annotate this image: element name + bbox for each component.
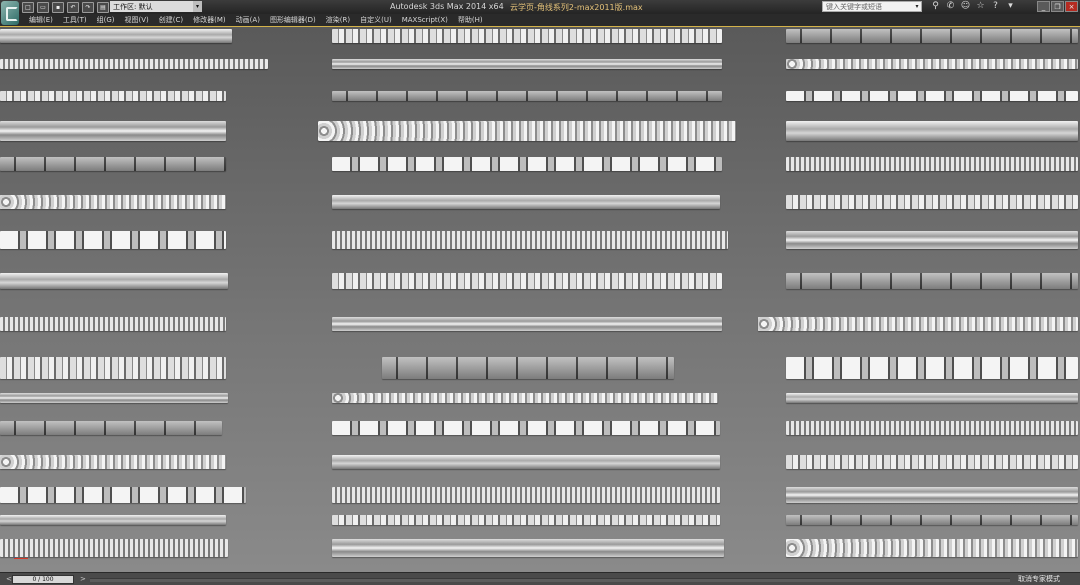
moulding-profile[interactable] bbox=[0, 421, 222, 435]
moulding-profile[interactable] bbox=[786, 231, 1078, 249]
moulding-profile[interactable] bbox=[332, 157, 722, 171]
moulding-profile[interactable] bbox=[786, 121, 1078, 141]
menu-bar: 编辑(E) 工具(T) 组(G) 视图(V) 创建(C) 修改器(M) 动画(A) 图形编辑器… bbox=[0, 14, 1080, 26]
undo-icon[interactable]: ↶ bbox=[67, 2, 79, 13]
moulding-profile[interactable] bbox=[786, 357, 1078, 379]
save-icon[interactable]: ▪ bbox=[52, 2, 64, 13]
chevron-down-icon: ▾ bbox=[915, 3, 919, 10]
moulding-profile[interactable] bbox=[0, 195, 226, 209]
moulding-profile[interactable] bbox=[786, 157, 1078, 171]
moulding-profile[interactable] bbox=[786, 195, 1078, 209]
moulding-profile[interactable] bbox=[0, 487, 246, 503]
quick-access-toolbar: □ ▭ ▪ ↶ ↷ ▤ bbox=[22, 2, 109, 13]
restore-icon[interactable]: ❐ bbox=[1051, 1, 1064, 12]
moulding-profile[interactable] bbox=[382, 357, 674, 379]
moulding-profile[interactable] bbox=[0, 515, 226, 525]
menu-item[interactable]: 工具(T) bbox=[58, 14, 92, 26]
moulding-profile[interactable] bbox=[0, 539, 228, 557]
moulding-profile[interactable] bbox=[332, 317, 722, 331]
moulding-profile[interactable] bbox=[0, 455, 226, 469]
moulding-profile[interactable] bbox=[332, 91, 722, 101]
moulding-profile[interactable] bbox=[332, 29, 722, 43]
moulding-profile[interactable] bbox=[332, 421, 720, 435]
expert-mode-cancel[interactable]: 取消专家模式 bbox=[1018, 574, 1060, 585]
timeline-track[interactable] bbox=[90, 578, 1010, 582]
moulding-profile[interactable] bbox=[332, 455, 720, 469]
open-file-icon[interactable]: ▭ bbox=[37, 2, 49, 13]
moulding-profile[interactable] bbox=[0, 273, 228, 289]
workspace-dropdown[interactable]: 工作区: 默认 ▾ bbox=[110, 1, 202, 12]
help-icon[interactable]: ? bbox=[990, 1, 1001, 12]
menu-item[interactable]: 帮助(H) bbox=[453, 14, 488, 26]
close-icon[interactable]: × bbox=[1065, 1, 1078, 12]
project-folder-icon[interactable]: ▤ bbox=[97, 2, 109, 13]
menu-item[interactable]: 编辑(E) bbox=[24, 14, 58, 26]
favorites-star-icon[interactable]: ☆ bbox=[975, 1, 986, 12]
axis-x-icon bbox=[14, 558, 28, 559]
status-bar: < 0 / 100 > 取消专家模式 bbox=[0, 572, 1080, 585]
moulding-profile[interactable] bbox=[0, 231, 226, 249]
moulding-profile[interactable] bbox=[786, 539, 1078, 557]
moulding-profile[interactable] bbox=[786, 29, 1078, 43]
menu-item[interactable]: 图形编辑器(D) bbox=[265, 14, 321, 26]
moulding-profile[interactable] bbox=[786, 515, 1078, 525]
moulding-profile[interactable] bbox=[332, 59, 722, 69]
chevron-down-icon: ▾ bbox=[193, 1, 202, 12]
chevron-down-icon[interactable]: ▾ bbox=[1005, 1, 1016, 12]
app-title: Autodesk 3ds Max 2014 x64 bbox=[390, 2, 504, 11]
moulding-profile[interactable] bbox=[0, 317, 226, 331]
moulding-profile[interactable] bbox=[332, 273, 722, 289]
title-bar: □ ▭ ▪ ↶ ↷ ▤ 工作区: 默认 ▾ Autodesk 3ds Max 2… bbox=[0, 0, 1080, 14]
binoculars-icon[interactable]: ⚲ bbox=[930, 1, 941, 12]
moulding-profile[interactable] bbox=[0, 59, 268, 69]
time-slider[interactable]: 0 / 100 bbox=[12, 575, 74, 584]
menu-item[interactable]: 自定义(U) bbox=[355, 14, 397, 26]
moulding-profile[interactable] bbox=[0, 393, 228, 403]
redo-icon[interactable]: ↷ bbox=[82, 2, 94, 13]
user-icon[interactable]: ☺ bbox=[960, 1, 971, 12]
moulding-profile[interactable] bbox=[332, 539, 724, 557]
moulding-profile[interactable] bbox=[332, 393, 718, 403]
moulding-profile[interactable] bbox=[0, 121, 226, 141]
menu-item[interactable]: 修改器(M) bbox=[188, 14, 231, 26]
moulding-profile[interactable] bbox=[786, 487, 1078, 503]
moulding-profile[interactable] bbox=[0, 157, 226, 171]
minimize-icon[interactable]: _ bbox=[1037, 1, 1050, 12]
menu-item[interactable]: 视图(V) bbox=[120, 14, 154, 26]
moulding-profile[interactable] bbox=[786, 455, 1078, 469]
new-file-icon[interactable]: □ bbox=[22, 2, 34, 13]
menu-item[interactable]: MAXScript(X) bbox=[397, 14, 453, 26]
moulding-profile[interactable] bbox=[332, 231, 728, 249]
workspace-label: 工作区: 默认 bbox=[113, 2, 153, 11]
moulding-profile[interactable] bbox=[786, 59, 1078, 69]
search-input[interactable]: 键入关键字或短语 ▾ bbox=[822, 1, 922, 12]
window-controls: _ ❐ × bbox=[1037, 1, 1078, 12]
infocenter-toolbar: ⚲ ✆ ☺ ☆ ? ▾ bbox=[930, 1, 1016, 12]
moulding-profile[interactable] bbox=[786, 421, 1078, 435]
moulding-profile[interactable] bbox=[318, 121, 736, 141]
moulding-profile[interactable] bbox=[758, 317, 1078, 331]
perspective-viewport[interactable] bbox=[0, 26, 1080, 572]
moulding-profile[interactable] bbox=[332, 195, 720, 209]
file-title: 云学页-角线系列2-max2011版.max bbox=[510, 3, 643, 12]
search-placeholder: 键入关键字或短语 bbox=[826, 2, 882, 11]
moulding-profile[interactable] bbox=[332, 515, 720, 525]
menu-item[interactable]: 创建(C) bbox=[154, 14, 188, 26]
moulding-profile[interactable] bbox=[0, 357, 226, 379]
menu-item[interactable]: 组(G) bbox=[92, 14, 120, 26]
moulding-profile[interactable] bbox=[0, 29, 232, 43]
moulding-profile[interactable] bbox=[786, 393, 1078, 403]
moulding-profile[interactable] bbox=[332, 487, 720, 503]
menu-item[interactable]: 动画(A) bbox=[231, 14, 265, 26]
chevron-right-icon[interactable]: > bbox=[80, 575, 88, 583]
communication-center-icon[interactable]: ✆ bbox=[945, 1, 956, 12]
moulding-profile[interactable] bbox=[786, 273, 1078, 289]
moulding-profile[interactable] bbox=[0, 91, 226, 101]
moulding-profile[interactable] bbox=[786, 91, 1078, 101]
3ds-max-logo-icon[interactable] bbox=[1, 1, 19, 25]
menu-item[interactable]: 渲染(R) bbox=[321, 14, 355, 26]
